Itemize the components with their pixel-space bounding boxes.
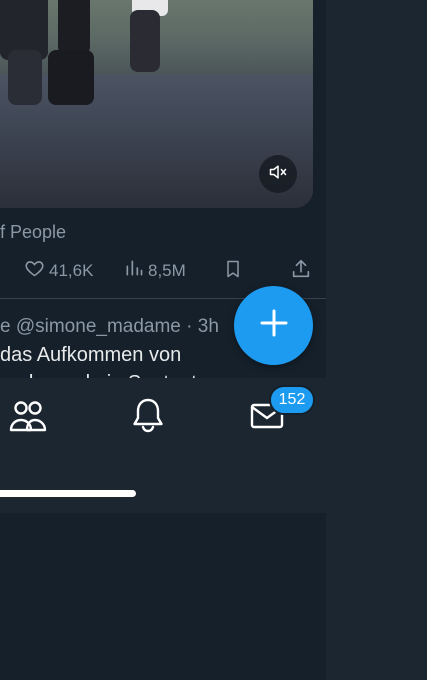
tweet-text-line: das Aufkommen von [0, 344, 182, 366]
share-icon [290, 258, 312, 285]
video-figure [58, 0, 90, 55]
bell-icon [131, 397, 165, 440]
like-count: 41,6K [49, 261, 94, 280]
bar-chart-icon [124, 258, 144, 283]
bookmark-icon [223, 258, 243, 285]
plus-icon [259, 308, 289, 343]
tweet-author-handle[interactable]: e @simone_madame · 3h [0, 316, 219, 338]
speaker-muted-icon [268, 162, 288, 187]
video-source-label: f People [0, 222, 67, 242]
video-figure [8, 50, 42, 105]
video-figure [48, 50, 94, 105]
views-button[interactable]: 8,5M [124, 258, 186, 283]
share-button[interactable] [290, 258, 312, 285]
tab-notifications[interactable] [128, 398, 168, 438]
like-button[interactable]: 41,6K [24, 258, 93, 284]
messages-unread-badge: 152 [269, 385, 315, 415]
background-panel [326, 0, 427, 680]
mute-button[interactable] [259, 155, 297, 193]
people-icon [8, 398, 48, 439]
view-count: 8,5M [148, 260, 186, 280]
compose-button[interactable] [234, 286, 313, 365]
bookmark-button[interactable] [223, 258, 243, 285]
video-figure [130, 10, 160, 72]
heart-icon [24, 258, 45, 284]
home-indicator[interactable] [0, 490, 136, 497]
tweet-actions: 41,6K 8,5M [0, 258, 326, 284]
tab-communities[interactable] [6, 398, 50, 438]
